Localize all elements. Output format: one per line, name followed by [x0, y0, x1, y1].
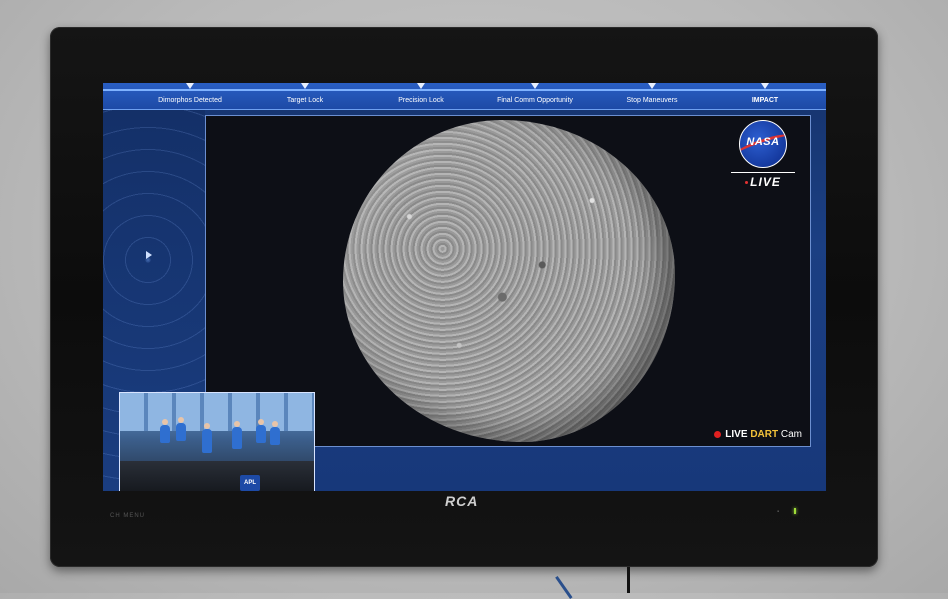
dart-cam-live: LIVE	[725, 429, 748, 440]
black-cable	[627, 567, 630, 593]
badge-divider	[731, 172, 795, 173]
timeline-marker	[531, 83, 539, 89]
timeline-label: Final Comm Opportunity	[497, 97, 573, 104]
play-arrow-icon	[146, 251, 152, 259]
timeline-label: Stop Maneuvers	[626, 97, 678, 104]
nasa-logo-text: NASA	[746, 136, 780, 148]
timeline-label: Dimorphos Detected	[158, 97, 222, 104]
rca-brand-logo: RCA	[445, 493, 479, 509]
dart-cam-label: LIVE DART Cam	[714, 429, 802, 440]
timeline-marker	[417, 83, 425, 89]
control-room-desk	[120, 461, 314, 491]
nasa-logo: NASA	[739, 120, 787, 168]
television: Dimorphos Detected Target Lock Precision…	[50, 27, 878, 567]
person-figure	[270, 421, 280, 445]
dart-cam-name: DART	[750, 429, 779, 440]
timeline-label: Target Lock	[286, 97, 324, 104]
mission-timeline: Dimorphos Detected Target Lock Precision…	[103, 83, 826, 110]
power-led-icon	[794, 508, 796, 514]
person-figure	[232, 421, 242, 449]
person-figure	[160, 419, 170, 443]
asteroid-dimorphos-image	[343, 120, 675, 442]
timeline-marker	[648, 83, 656, 89]
apl-logo: APL	[240, 475, 260, 491]
control-room-wall	[120, 393, 314, 431]
record-dot-icon	[714, 430, 722, 438]
timeline-label: Precision Lock	[398, 97, 444, 104]
timeline-label-impact: IMPACT	[751, 97, 779, 104]
person-figure	[202, 423, 212, 453]
timeline-marker	[301, 83, 309, 89]
timeline-marker	[186, 83, 194, 89]
dart-cam-suffix: Cam	[780, 429, 802, 440]
live-dot-icon	[745, 181, 749, 185]
nasa-live-badge: NASA LIVE	[728, 120, 798, 189]
tv-screen: Dimorphos Detected Target Lock Precision…	[103, 83, 826, 491]
timeline-marker	[761, 83, 769, 89]
person-figure	[256, 419, 266, 443]
timeline-line	[103, 89, 826, 91]
power-indicator-label: ▪	[777, 509, 780, 515]
live-label: LIVE	[728, 175, 798, 189]
live-text: LIVE	[750, 175, 781, 189]
tv-button-label: CH MENU	[110, 513, 145, 519]
mission-control-pip: APL	[119, 392, 315, 491]
person-figure	[176, 417, 186, 441]
